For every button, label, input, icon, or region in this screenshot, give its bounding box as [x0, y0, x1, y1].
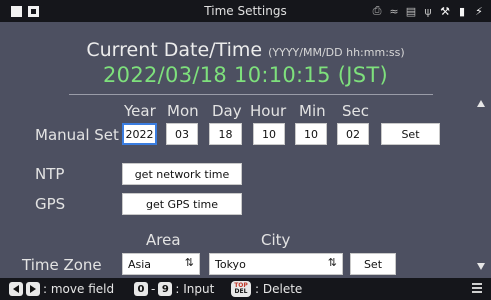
hint-input: 0 - 9 : Input: [134, 278, 214, 300]
city-select[interactable]: Tokyo ⇅: [209, 253, 343, 275]
key-9-icon: 9: [158, 282, 173, 296]
time-zone-label: Time Zone: [22, 256, 102, 274]
select-updown-icon: ⇅: [327, 256, 337, 269]
scroll-up-icon[interactable]: [477, 100, 485, 107]
current-datetime-label: Current Date/Time (YYYY/MM/DD hh:mm:ss): [0, 39, 491, 61]
key-0-icon: 0: [134, 282, 148, 296]
current-datetime-value: 2022/03/18 10:10:15 (JST): [103, 63, 388, 87]
second-field[interactable]: 02: [337, 123, 369, 145]
manual-set-button[interactable]: Set: [381, 123, 440, 145]
divider: [69, 94, 433, 95]
column-year: Year: [124, 102, 156, 120]
usb-icon: ψ: [424, 4, 432, 18]
hint-move: : move field: [9, 278, 114, 300]
day-field[interactable]: 18: [209, 123, 242, 145]
status-bar: Time Settings ⎙ ≈ ▤ ψ ⚒ ▮ ⚡: [0, 0, 491, 22]
column-hour: Hour: [250, 102, 287, 120]
ntp-label: NTP: [35, 165, 65, 183]
printer-icon: ⎙: [372, 4, 382, 17]
column-city: City: [261, 231, 291, 249]
hour-field[interactable]: 10: [253, 123, 285, 145]
minute-field[interactable]: 10: [295, 123, 327, 145]
datetime-format-hint: (YYYY/MM/DD hh:mm:ss): [268, 46, 405, 59]
left-arrow-key-icon: [9, 282, 23, 296]
get-gps-time-button[interactable]: get GPS time: [122, 193, 242, 215]
hint-move-text: : move field: [43, 282, 115, 296]
gps-label: GPS: [35, 195, 66, 213]
top-del-key-icon: TOP DEL: [231, 281, 251, 297]
current-datetime-title: Current Date/Time: [86, 39, 263, 61]
column-mon: Mon: [167, 102, 199, 120]
menu-icon[interactable]: [472, 283, 482, 295]
column-min: Min: [299, 102, 326, 120]
column-day: Day: [212, 102, 242, 120]
hint-bar: : move field 0 - 9 : Input TOP DEL : Del…: [0, 278, 491, 300]
scroll-down-icon[interactable]: [477, 263, 485, 270]
column-area: Area: [146, 231, 181, 249]
hint-delete: TOP DEL : Delete: [231, 278, 302, 300]
hint-delete-text: : Delete: [255, 282, 303, 296]
area-select[interactable]: Asia ⇅: [122, 253, 200, 275]
area-select-value: Asia: [128, 257, 152, 271]
wrench-icon: ⚒: [440, 4, 450, 18]
sd-card-icon: ▮: [458, 4, 466, 18]
right-arrow-key-icon: [26, 282, 40, 296]
year-field[interactable]: 2022: [122, 123, 157, 145]
power-plug-icon: ⚡: [475, 4, 483, 18]
get-network-time-button[interactable]: get network time: [122, 163, 242, 185]
column-sec: Sec: [342, 102, 369, 120]
wifi-icon: ≈: [389, 4, 399, 18]
city-select-value: Tokyo: [215, 257, 246, 271]
network-icon: ▤: [405, 4, 417, 18]
select-updown-icon: ⇅: [184, 256, 194, 269]
manual-set-label: Manual Set: [35, 126, 119, 144]
month-field[interactable]: 03: [166, 123, 198, 145]
timezone-set-button[interactable]: Set: [350, 253, 396, 275]
status-icons: ⎙ ≈ ▤ ψ ⚒ ▮ ⚡: [371, 2, 485, 20]
hint-input-text: : Input: [175, 282, 215, 296]
